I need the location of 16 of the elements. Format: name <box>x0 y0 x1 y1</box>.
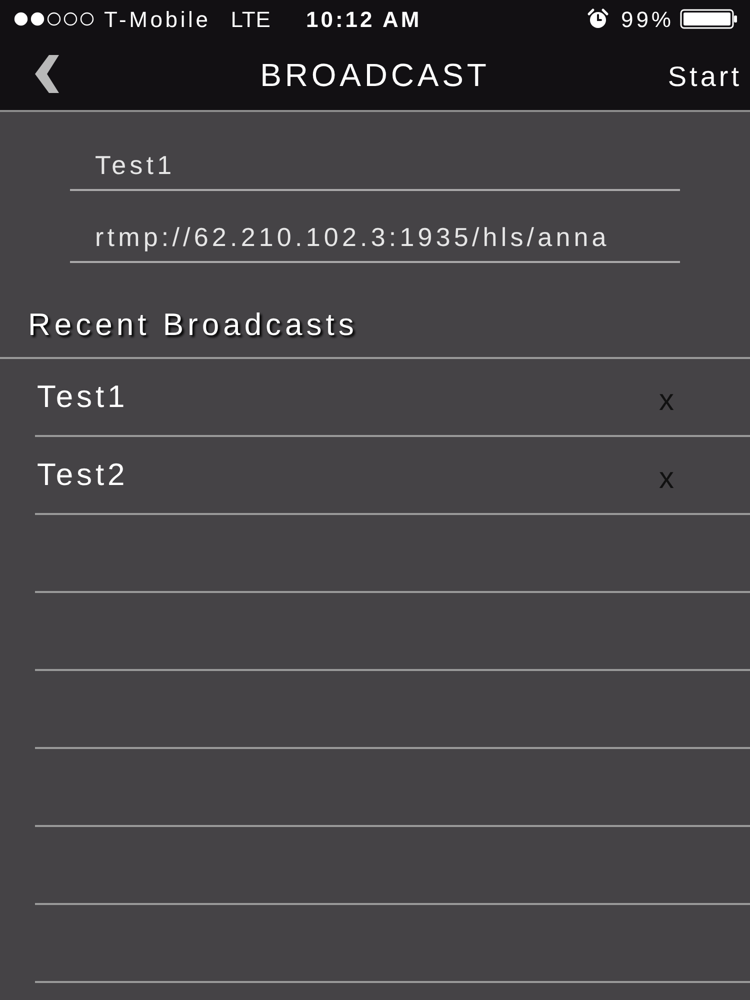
battery-percent: 99% <box>620 6 674 34</box>
back-button[interactable] <box>35 55 59 93</box>
broadcast-name[interactable]: Test1 <box>37 374 128 420</box>
chevron-left-icon <box>35 55 59 93</box>
text-field[interactable]: Test1 <box>70 135 680 191</box>
screen-title: BROADCAST <box>260 56 490 95</box>
broadcast-name[interactable]: Test2 <box>37 452 128 498</box>
text-field[interactable]: rtmp://62.210.102.3:1935/hls/anna <box>70 207 680 263</box>
alarm-clock-icon <box>586 8 609 30</box>
clock-time: 10:12 AM <box>306 6 422 34</box>
carrier-name: T-Mobile <box>104 6 211 34</box>
start-button[interactable]: Start <box>668 56 742 98</box>
network-type: LTE <box>230 6 271 34</box>
section-heading: Recent Broadcasts <box>28 307 358 342</box>
battery-icon <box>680 9 738 29</box>
signal-strength-icon <box>14 12 94 26</box>
